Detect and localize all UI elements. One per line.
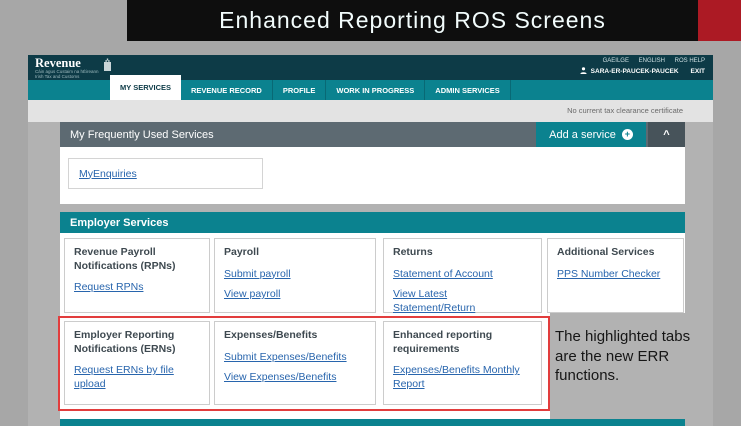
card-payroll: Payroll Submit payroll View payroll [214, 238, 376, 313]
notice-band: No current tax clearance certificate [28, 100, 713, 122]
statement-of-account-link[interactable]: Statement of Account [393, 268, 532, 282]
card-enhanced-reporting: Enhanced reporting requirements Expenses… [383, 321, 542, 405]
header-links-row: GAEILGE ENGLISH ROS HELP [580, 58, 705, 64]
tab-my-services[interactable]: MY SERVICES [110, 75, 181, 100]
username[interactable]: SARA-ER-PAUCEK-PAUCEK [591, 68, 679, 75]
tab-work-in-progress[interactable]: WORK IN PROGRESS [326, 80, 426, 100]
ros-screenshot: Revenue Cáin agus Custaim na hÉireann Ir… [28, 55, 713, 426]
view-latest-statement-link[interactable]: View Latest Statement/Return [393, 288, 532, 315]
request-rpns-link[interactable]: Request RPNs [74, 281, 200, 295]
pps-number-checker-link[interactable]: PPS Number Checker [557, 268, 674, 282]
card-rpns: Revenue Payroll Notifications (RPNs) Req… [64, 238, 210, 313]
person-icon [580, 67, 587, 76]
view-payroll-link[interactable]: View payroll [224, 288, 366, 302]
brand-name: Revenue [35, 56, 81, 70]
ros-help-link[interactable]: ROS HELP [675, 58, 705, 64]
card-erns: Employer Reporting Notifications (ERNs) … [64, 321, 210, 405]
user-row: SARA-ER-PAUCEK-PAUCEK EXIT [580, 67, 705, 76]
card-title: Payroll [224, 246, 260, 258]
revenue-logo: Revenue Cáin agus Custaim na hÉireann Ir… [35, 57, 112, 79]
header-links: GAEILGE ENGLISH ROS HELP SARA-ER-PAUCEK-… [580, 58, 705, 76]
frequently-used-title: My Frequently Used Services [70, 128, 214, 141]
gaeilge-link[interactable]: GAEILGE [603, 58, 629, 64]
slide-title: Enhanced Reporting ROS Screens [219, 7, 606, 33]
collapse-button[interactable]: ^ [648, 122, 685, 147]
submit-expenses-link[interactable]: Submit Expenses/Benefits [224, 351, 366, 365]
add-a-service-button[interactable]: Add a service + [536, 122, 646, 147]
submit-payroll-link[interactable]: Submit payroll [224, 268, 366, 282]
plus-icon: + [621, 129, 633, 140]
card-title: Enhanced reporting requirements [393, 329, 493, 355]
card-title: Employer Reporting Notifications (ERNs) [74, 329, 176, 355]
card-title: Returns [393, 246, 433, 258]
chevron-up-icon: ^ [663, 128, 670, 141]
add-service-label: Add a service [549, 128, 616, 141]
employer-services-title: Employer Services [70, 216, 169, 229]
tab-profile[interactable]: PROFILE [273, 80, 327, 100]
frequently-used-bar: My Frequently Used Services Add a servic… [60, 122, 685, 147]
view-expenses-link[interactable]: View Expenses/Benefits [224, 371, 366, 385]
myenquiries-card[interactable]: MyEnquiries [68, 158, 263, 189]
card-title: Additional Services [557, 246, 655, 258]
slide-title-bar: Enhanced Reporting ROS Screens [127, 0, 698, 41]
employer-services-header: Employer Services [60, 212, 685, 233]
slide-red-accent [698, 0, 741, 41]
english-link[interactable]: ENGLISH [639, 58, 665, 64]
castle-tower-icon [103, 58, 112, 76]
tab-admin-services[interactable]: ADMIN SERVICES [425, 80, 511, 100]
request-erns-link[interactable]: Request ERNs by file upload [74, 364, 200, 391]
card-title: Expenses/Benefits [224, 329, 318, 341]
tab-revenue-record[interactable]: REVENUE RECORD [181, 80, 273, 100]
tax-clearance-notice: No current tax clearance certificate [567, 106, 683, 115]
main-nav: MY SERVICES REVENUE RECORD PROFILE WORK … [28, 75, 713, 100]
slide: Enhanced Reporting ROS Screens Revenue C… [0, 0, 741, 426]
card-returns: Returns Statement of Account View Latest… [383, 238, 542, 315]
card-title: Revenue Payroll Notifications (RPNs) [74, 246, 176, 272]
next-section-bar [60, 419, 685, 426]
frequently-used-panel: MyEnquiries [60, 147, 685, 204]
slide-caption: The highlighted tabs are the new ERR fun… [555, 328, 691, 384]
expenses-monthly-report-link[interactable]: Expenses/Benefits Monthly Report [393, 364, 532, 391]
exit-link[interactable]: EXIT [691, 68, 705, 75]
card-expenses-benefits: Expenses/Benefits Submit Expenses/Benefi… [214, 321, 376, 405]
myenquiries-link[interactable]: MyEnquiries [79, 168, 137, 180]
card-additional-services: Additional Services PPS Number Checker [547, 238, 684, 313]
brand-tagline-english: Irish Tax and Customs [35, 74, 80, 79]
